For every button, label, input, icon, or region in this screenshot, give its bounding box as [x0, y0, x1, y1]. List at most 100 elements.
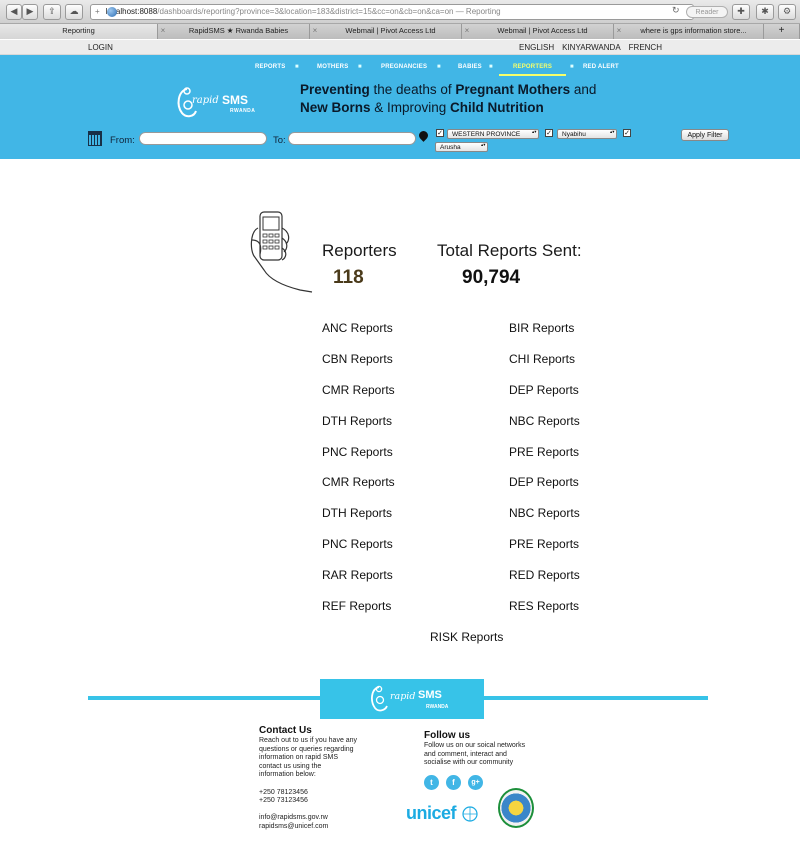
- footer-logo-rapid: rapid: [390, 691, 416, 702]
- tab-bar: Reporting × RapidSMS ★ Rwanda Babies × Web…: [0, 24, 800, 39]
- tagline-part: and: [570, 82, 597, 97]
- nav-mothers[interactable]: MOTHERS: [317, 64, 348, 70]
- footer-logo[interactable]: rapid SMS RWANDA: [320, 679, 484, 719]
- total-reports-label: Total Reports Sent:: [437, 241, 582, 260]
- logo-country: RWANDA: [230, 108, 256, 114]
- reload-icon[interactable]: ↻: [672, 5, 680, 16]
- nav-reporters[interactable]: REPORTERS: [499, 64, 567, 76]
- address-bar[interactable]: + localhost:8088/dashboards/reporting?pro…: [90, 4, 694, 20]
- to-date-input[interactable]: [288, 132, 416, 145]
- main-nav: REPORTS ■ MOTHERS ■ PREGNANCIES ■ BABIES…: [0, 64, 800, 78]
- report-link[interactable]: DEP Reports: [509, 475, 579, 489]
- footer-logo-sms: SMS: [418, 689, 442, 701]
- report-link[interactable]: CBN Reports: [322, 352, 393, 366]
- total-reports-count: 90,794: [462, 267, 521, 288]
- forward-button[interactable]: ▶: [22, 4, 38, 20]
- gear-icon[interactable]: ⚙: [778, 4, 796, 20]
- nav-babies[interactable]: BABIES: [458, 64, 482, 70]
- follow-title: Follow us: [424, 730, 471, 741]
- google-plus-icon[interactable]: g+: [468, 775, 483, 790]
- tagline-part: Pregnant Mothers: [455, 82, 571, 97]
- mother-child-logo-icon: [371, 685, 388, 712]
- report-link[interactable]: CMR Reports: [322, 475, 395, 489]
- site-topbar: LOGIN ENGLISH KINYARWANDA FRENCH: [0, 40, 800, 55]
- follow-text: Follow us on our soical networks and com…: [424, 742, 525, 768]
- follow-line: socialise with our community: [424, 759, 514, 767]
- tagline-part: Child Nutrition: [450, 100, 544, 115]
- report-link[interactable]: REF Reports: [322, 599, 391, 613]
- report-link[interactable]: DTH Reports: [322, 414, 392, 428]
- contact-line: Reach out to us if you have any: [259, 737, 358, 744]
- close-icon[interactable]: ×: [614, 24, 624, 38]
- header-hero: REPORTS ■ MOTHERS ■ PREGNANCIES ■ BABIES…: [0, 55, 800, 159]
- nav-separator: ■: [295, 64, 299, 70]
- nav-reports[interactable]: REPORTS: [255, 64, 285, 70]
- unicef-logo: unicef: [406, 803, 457, 823]
- facebook-icon[interactable]: f: [446, 775, 461, 790]
- login-link[interactable]: LOGIN: [88, 43, 113, 52]
- close-icon[interactable]: ×: [462, 24, 472, 38]
- lang-french[interactable]: FRENCH: [629, 43, 662, 52]
- nav-separator: ■: [437, 64, 441, 70]
- tab-webmail-1[interactable]: × Webmail | Pivot Access Ltd: [310, 24, 462, 39]
- follow-line: and comment, interact and: [424, 750, 507, 758]
- report-link[interactable]: RES Reports: [509, 599, 579, 613]
- apply-filter-button[interactable]: Apply Filter: [681, 129, 729, 141]
- report-link[interactable]: RED Reports: [509, 568, 580, 582]
- from-date-input[interactable]: [139, 132, 267, 145]
- close-icon[interactable]: ×: [310, 24, 320, 38]
- report-link[interactable]: BIR Reports: [509, 321, 574, 335]
- close-icon[interactable]: ×: [158, 24, 168, 38]
- lang-kinyarwanda[interactable]: KINYARWANDA: [562, 43, 621, 52]
- province-checkbox[interactable]: ✓: [436, 129, 444, 137]
- report-link[interactable]: ANC Reports: [322, 321, 393, 335]
- tab-gps[interactable]: × where is gps information store...: [614, 24, 764, 39]
- contact-line: contact us using the: [259, 762, 322, 770]
- new-tab-button[interactable]: +: [764, 24, 800, 39]
- report-link[interactable]: RAR Reports: [322, 568, 393, 582]
- twitter-icon[interactable]: t: [424, 775, 439, 790]
- follow-line: Follow us on our soical networks: [424, 742, 526, 749]
- share-icon[interactable]: ⇪: [43, 4, 61, 20]
- report-link[interactable]: PRE Reports: [509, 445, 579, 459]
- contact-line: information on rapid SMS: [259, 754, 338, 762]
- icloud-icon[interactable]: ☁: [65, 4, 83, 20]
- reader-button[interactable]: Reader: [686, 6, 728, 18]
- report-link[interactable]: CHI Reports: [509, 352, 575, 366]
- contact-phone: +250 78123456: [259, 788, 308, 796]
- nav-red-alert[interactable]: RED ALERT: [583, 64, 619, 70]
- contact-email[interactable]: info@rapidsms.gov.rw: [259, 814, 357, 823]
- report-link[interactable]: CMR Reports: [322, 383, 395, 397]
- report-link[interactable]: PNC Reports: [322, 537, 393, 551]
- sector-select[interactable]: Arusha: [435, 142, 488, 152]
- tab-reporting[interactable]: Reporting: [0, 24, 158, 39]
- lang-english[interactable]: ENGLISH: [519, 43, 554, 52]
- report-link[interactable]: PNC Reports: [322, 445, 393, 459]
- extension-icon[interactable]: ✱: [756, 4, 774, 20]
- sector-checkbox[interactable]: ✓: [623, 129, 631, 137]
- nav-pregnancies[interactable]: PREGNANCIES: [381, 64, 427, 70]
- reporters-count: 118: [333, 267, 364, 288]
- report-link[interactable]: PRE Reports: [509, 537, 579, 551]
- back-button[interactable]: ◀: [6, 4, 22, 20]
- report-link[interactable]: NBC Reports: [509, 506, 580, 520]
- browser-toolbar: ◀ ▶ ⇪ ☁ + localhost:8088/dashboards/repor…: [0, 0, 800, 24]
- tab-rapidsms[interactable]: × RapidSMS ★ Rwanda Babies: [158, 24, 310, 39]
- calendar-icon[interactable]: [88, 131, 102, 146]
- district-select[interactable]: Nyabihu: [557, 129, 617, 139]
- puzzle-icon[interactable]: ✚: [732, 4, 750, 20]
- province-select[interactable]: WESTERN PROVINCE: [447, 129, 539, 139]
- district-checkbox[interactable]: ✓: [545, 129, 553, 137]
- report-link[interactable]: DEP Reports: [509, 383, 579, 397]
- logo-sms: SMS: [222, 93, 249, 107]
- tab-webmail-2[interactable]: × Webmail | Pivot Access Ltd: [462, 24, 614, 39]
- to-label: To:: [273, 135, 286, 146]
- report-link[interactable]: DTH Reports: [322, 506, 392, 520]
- contact-phone: +250 73123456: [259, 797, 308, 805]
- url-path: /dashboards/reporting?province=3&locatio…: [157, 7, 454, 16]
- from-label: From:: [110, 135, 135, 146]
- rapidsms-logo[interactable]: rapid SMS RWANDA: [174, 85, 256, 119]
- report-link-risk[interactable]: RISK Reports: [430, 630, 503, 644]
- report-link[interactable]: NBC Reports: [509, 414, 580, 428]
- contact-email[interactable]: rapidsms@unicef.com: [259, 823, 357, 832]
